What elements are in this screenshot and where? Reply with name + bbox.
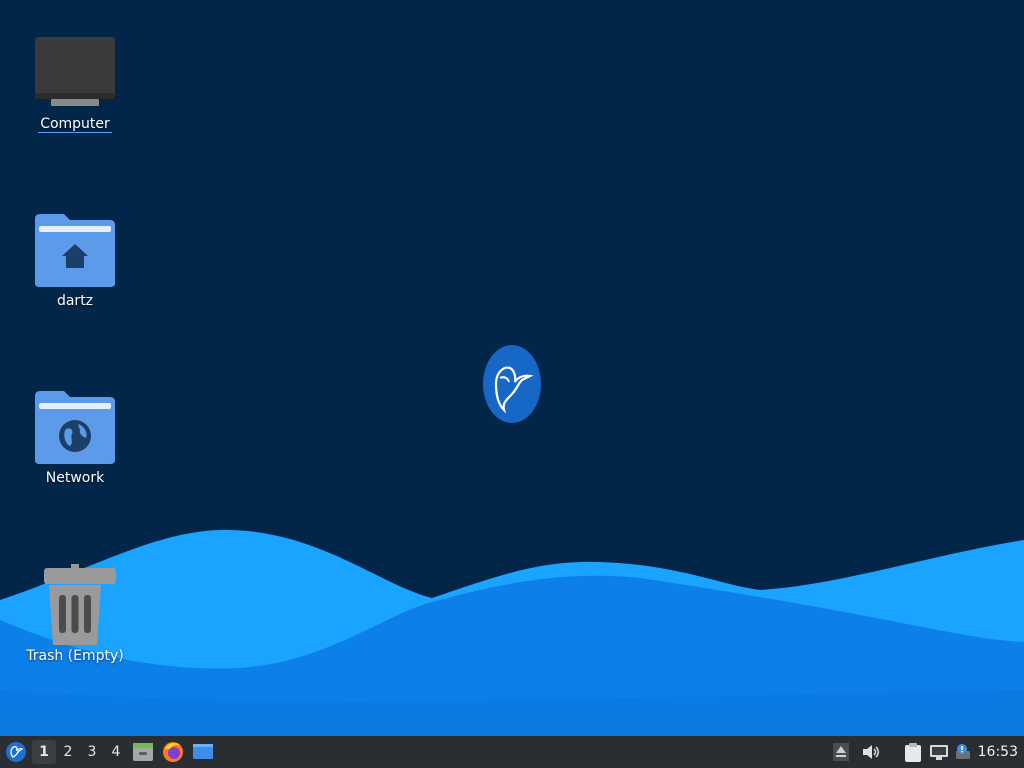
desktop-icon-home-folder[interactable]: dartz: [20, 211, 130, 309]
network-folder-icon: [35, 391, 115, 464]
system-tray: 16:53: [832, 736, 1024, 768]
home-folder-icon: [35, 214, 115, 287]
clipboard-button[interactable]: [900, 736, 926, 768]
clock[interactable]: 16:53: [974, 744, 1024, 760]
workspace-label: 2: [63, 744, 73, 760]
menu-icon: [6, 742, 26, 762]
firefox-icon: [163, 742, 183, 762]
network-button[interactable]: [926, 736, 952, 768]
workspace-label: 3: [87, 744, 97, 760]
notification-button[interactable]: [952, 736, 974, 768]
workspace-label: 1: [39, 744, 49, 760]
menu-button[interactable]: [0, 736, 32, 768]
notification-icon: [955, 744, 970, 759]
distro-logo: [483, 345, 541, 423]
file-manager-launcher[interactable]: [128, 736, 158, 768]
desktop-icon-network[interactable]: Network: [20, 388, 130, 486]
desktop[interactable]: Computer dartz Network Trash (Empty): [0, 0, 1024, 736]
desktop-icon-label: dartz: [56, 293, 94, 309]
volume-icon: [862, 745, 879, 759]
workspace-3[interactable]: 3: [80, 740, 104, 764]
desktop-icon-computer[interactable]: Computer: [20, 34, 130, 133]
workspace-label: 4: [111, 744, 121, 760]
show-desktop-button[interactable]: [188, 736, 218, 768]
file-manager-icon: [133, 743, 153, 761]
workspace-4[interactable]: 4: [104, 740, 128, 764]
eject-icon: [832, 743, 849, 761]
network-icon: [929, 745, 948, 760]
desktop-icon-trash[interactable]: Trash (Empty): [20, 563, 130, 664]
desktop-icon-label: Network: [45, 470, 105, 486]
volume-button[interactable]: [860, 736, 882, 768]
eject-button[interactable]: [832, 736, 850, 768]
clipboard-icon: [904, 743, 921, 762]
computer-icon: [35, 37, 115, 106]
trash-icon: [44, 564, 116, 645]
desktop-icon-label: Computer: [38, 116, 112, 133]
desktop-icon-label: Trash (Empty): [26, 648, 124, 664]
show-desktop-icon: [193, 744, 213, 759]
firefox-launcher[interactable]: [158, 736, 188, 768]
taskbar: 1 2 3 4 16:53: [0, 736, 1024, 768]
workspace-1[interactable]: 1: [32, 740, 56, 764]
workspace-2[interactable]: 2: [56, 740, 80, 764]
